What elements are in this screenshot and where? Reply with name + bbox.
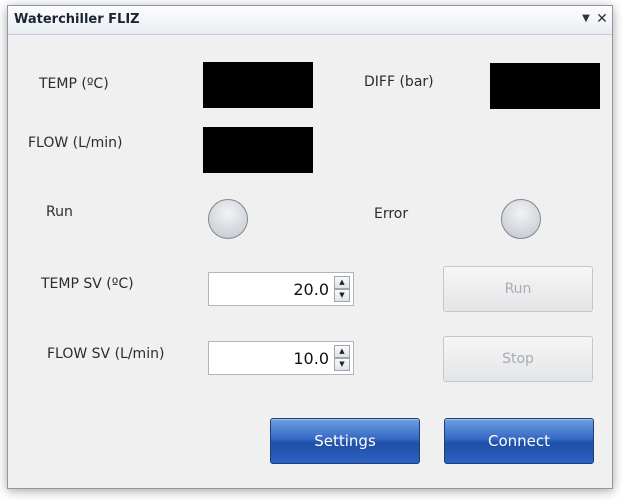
title-bar: Waterchiller FLIZ ▼ ✕ — [8, 6, 612, 35]
flow-sv-up-arrow-icon[interactable]: ▲ — [334, 345, 350, 358]
flow-display — [203, 127, 313, 173]
waterchiller-window: Waterchiller FLIZ ▼ ✕ TEMP (ºC) DIFF (ba… — [7, 5, 613, 489]
temp-sv-label: TEMP SV (ºC) — [41, 276, 134, 292]
error-indicator-label: Error — [374, 206, 409, 222]
flow-sv-label: FLOW SV (L/min) — [47, 346, 165, 362]
stop-button[interactable]: Stop — [443, 336, 593, 382]
temp-sv-down-arrow-icon[interactable]: ▼ — [334, 289, 350, 302]
run-indicator-led — [208, 199, 248, 239]
run-button[interactable]: Run — [443, 266, 593, 312]
flow-sv-value[interactable]: 10.0 — [293, 349, 329, 368]
temp-label: TEMP (ºC) — [39, 76, 109, 92]
connect-button[interactable]: Connect — [444, 418, 594, 464]
error-indicator-led — [501, 199, 541, 239]
close-icon[interactable]: ✕ — [595, 11, 609, 27]
flow-sv-down-arrow-icon[interactable]: ▼ — [334, 358, 350, 371]
temp-sv-stepper[interactable]: 20.0 ▲ ▼ — [208, 272, 354, 306]
diff-label: DIFF (bar) — [364, 74, 434, 90]
temp-sv-up-arrow-icon[interactable]: ▲ — [334, 276, 350, 289]
flow-sv-stepper[interactable]: 10.0 ▲ ▼ — [208, 341, 354, 375]
temp-display — [203, 62, 313, 108]
settings-button[interactable]: Settings — [270, 418, 420, 464]
diff-display — [490, 63, 600, 109]
window-title: Waterchiller FLIZ — [14, 12, 140, 27]
flow-label: FLOW (L/min) — [28, 135, 123, 151]
window-menu-icon[interactable]: ▼ — [580, 11, 592, 27]
run-indicator-label: Run — [46, 204, 73, 220]
temp-sv-value[interactable]: 20.0 — [293, 280, 329, 299]
